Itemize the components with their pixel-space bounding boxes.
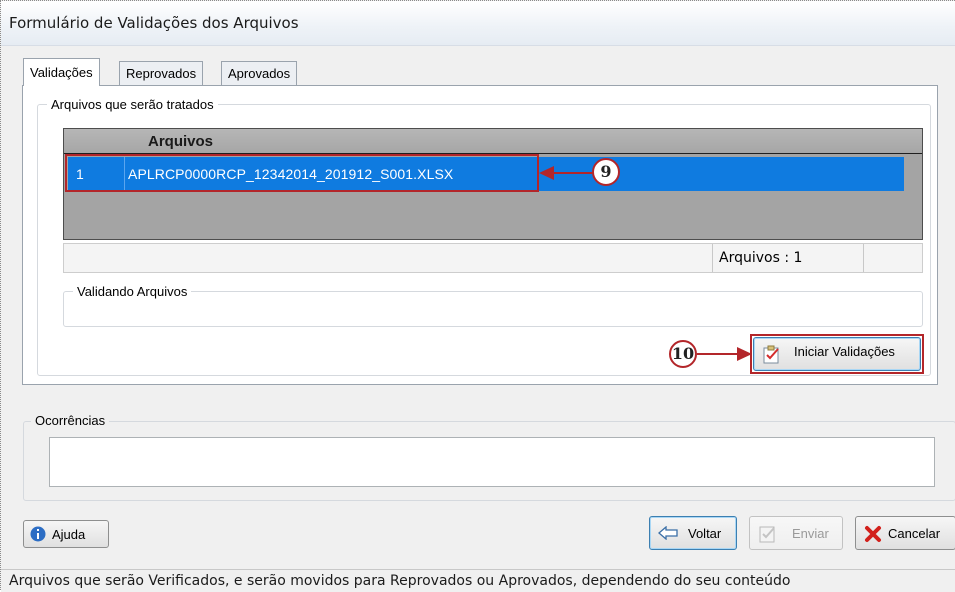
callout-9: 9: [592, 158, 620, 186]
send-button[interactable]: Enviar: [749, 516, 843, 550]
back-button[interactable]: Voltar: [649, 516, 737, 550]
highlight-box-file-row: [65, 154, 539, 192]
cancel-x-icon: [865, 526, 881, 542]
tab-aprovados-label: Aprovados: [228, 66, 291, 81]
checklist-disabled-icon: [759, 526, 775, 543]
tab-aprovados[interactable]: Aprovados: [221, 61, 298, 85]
cancel-button[interactable]: Cancelar: [855, 516, 955, 550]
cancel-label: Cancelar: [888, 526, 941, 541]
highlight-box-start-button: [750, 334, 924, 374]
occurrences-legend: Ocorrências: [31, 413, 110, 428]
grid-count-cell: Arquivos : 1: [712, 244, 864, 272]
tab-reprovados-label: Reprovados: [126, 66, 197, 81]
grid-footer: Arquivos : 1: [63, 243, 923, 273]
callout-10-line: [697, 353, 739, 355]
column-header-arquivos[interactable]: Arquivos: [148, 133, 213, 150]
arrow-left-outline-icon: [658, 526, 678, 540]
status-bar: Arquivos que serão Verificados, e serão …: [1, 569, 955, 592]
grid-header: Arquivos: [64, 129, 922, 154]
tab-reprovados[interactable]: Reprovados: [119, 61, 204, 85]
status-text: Arquivos que serão Verificados, e serão …: [9, 573, 791, 589]
info-icon: [30, 526, 46, 542]
title-bar: Formulário de Validações dos Arquivos: [1, 1, 955, 46]
files-group-legend: Arquivos que serão tratados: [47, 97, 218, 112]
validating-group: [63, 291, 923, 327]
files-count: Arquivos : 1: [719, 250, 803, 266]
help-button[interactable]: Ajuda: [23, 520, 109, 548]
help-label: Ajuda: [52, 527, 86, 542]
callout-9-line: [551, 172, 593, 174]
send-label: Enviar: [792, 526, 829, 541]
tab-validacoes-label: Validações: [30, 65, 93, 80]
window-title: Formulário de Validações dos Arquivos: [9, 14, 299, 32]
validation-form-window: Formulário de Validações dos Arquivos Va…: [0, 0, 955, 592]
occurrences-textbox[interactable]: [49, 437, 935, 487]
callout-10: 10: [669, 340, 697, 368]
back-label: Voltar: [688, 526, 722, 541]
tab-validacoes[interactable]: Validações: [23, 58, 100, 86]
arrow-left-icon: [539, 166, 554, 180]
validating-group-legend: Validando Arquivos: [73, 284, 192, 299]
